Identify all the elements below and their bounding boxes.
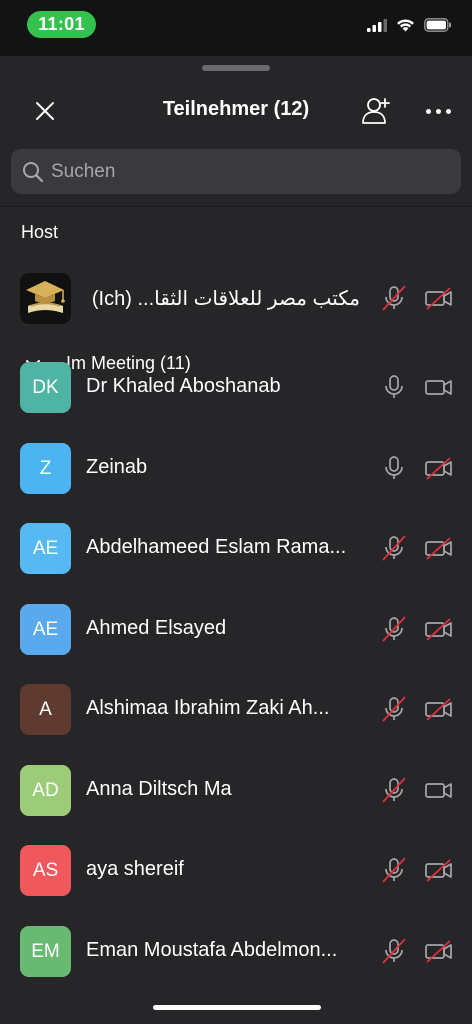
camera-off-icon xyxy=(425,457,452,480)
section-host-label: Host xyxy=(21,222,59,242)
participant-mic xyxy=(380,695,408,723)
participant-avatar: DK xyxy=(20,362,71,413)
participants-sheet: Teilnehmer (12) Host xyxy=(0,56,472,1024)
participant-camera xyxy=(424,857,454,883)
more-dot-icon xyxy=(425,108,431,114)
participant-row[interactable]: AD Anna Diltsch Ma xyxy=(0,749,472,829)
participant-mic xyxy=(380,937,408,965)
avatar-initials: EM xyxy=(31,940,60,962)
camera-off-icon xyxy=(425,698,452,721)
participant-row[interactable]: AE Abdelhameed Eslam Rama... xyxy=(0,507,472,587)
more-options-button[interactable] xyxy=(420,96,456,126)
participant-avatar: AD xyxy=(20,765,71,816)
participant-mic xyxy=(380,454,408,482)
participant-camera xyxy=(424,696,454,722)
participant-name: aya shereif xyxy=(86,858,184,880)
participant-mic xyxy=(380,615,408,643)
participant-mic xyxy=(380,856,408,884)
page-title: Teilnehmer (12) xyxy=(162,98,310,120)
participant-mic xyxy=(380,373,408,401)
mic-muted-icon xyxy=(382,535,406,561)
camera-off-icon xyxy=(425,287,452,310)
participant-avatar: Z xyxy=(20,443,71,494)
participant-name: Abdelhameed Eslam Rama... xyxy=(86,536,347,558)
mic-muted-icon xyxy=(382,616,406,642)
status-time: 11:01 xyxy=(27,11,96,38)
mic-icon xyxy=(385,456,403,479)
participant-row[interactable]: A Alshimaa Ibrahim Zaki Ah... xyxy=(0,668,472,748)
cellular-signal-icon xyxy=(367,18,387,32)
participant-name: Eman Moustafa Abdelmon... xyxy=(86,939,338,961)
participant-avatar: AE xyxy=(20,523,71,574)
participant-avatar: AS xyxy=(20,845,71,896)
camera-icon xyxy=(425,783,452,798)
participant-mic xyxy=(380,534,408,562)
participant-name: Anna Diltsch Ma xyxy=(86,778,232,800)
participant-camera xyxy=(424,374,454,400)
participant-mic xyxy=(380,776,408,804)
status-icons xyxy=(367,18,452,32)
camera-icon xyxy=(425,380,452,395)
home-indicator[interactable] xyxy=(153,1005,321,1010)
add-person-icon xyxy=(362,98,390,124)
participant-row[interactable]: AS aya shereif xyxy=(0,829,472,909)
camera-off-icon xyxy=(425,618,452,641)
invite-button[interactable] xyxy=(360,94,394,128)
avatar-initials: DK xyxy=(32,376,59,398)
host-mic xyxy=(380,284,408,312)
avatar-initials: AE xyxy=(32,618,59,640)
mic-muted-icon xyxy=(382,938,406,964)
graduation-cap-logo-icon xyxy=(20,273,71,324)
host-name: مكتب مصر للعلاقات الثقا... (Ich) xyxy=(91,288,360,310)
avatar-initials: AE xyxy=(32,537,59,559)
participant-row[interactable]: Z Zeinab xyxy=(0,427,472,507)
header: Teilnehmer (12) xyxy=(0,88,472,132)
host-avatar xyxy=(20,273,71,324)
mic-muted-icon xyxy=(382,857,406,883)
search-bar[interactable] xyxy=(11,149,461,194)
search-input[interactable] xyxy=(51,160,431,183)
participant-camera xyxy=(424,535,454,561)
camera-off-icon xyxy=(425,859,452,882)
avatar-initials: AS xyxy=(32,859,59,881)
mic-muted-icon xyxy=(382,696,406,722)
participant-avatar: EM xyxy=(20,926,71,977)
host-camera xyxy=(424,285,454,311)
participant-name: Ahmed Elsayed xyxy=(86,617,227,639)
participant-name: Alshimaa Ibrahim Zaki Ah... xyxy=(86,697,330,719)
mic-icon xyxy=(385,375,403,398)
avatar-initials: Z xyxy=(39,457,52,479)
participant-name: Zeinab xyxy=(86,456,148,478)
camera-off-icon xyxy=(425,537,452,560)
mic-muted-icon xyxy=(382,285,406,311)
more-dot-icon xyxy=(445,108,451,114)
participant-row[interactable]: EM Eman Moustafa Abdelmon... xyxy=(0,910,472,990)
mic-muted-icon xyxy=(382,777,406,803)
participant-row[interactable]: AE Ahmed Elsayed xyxy=(0,588,472,668)
participant-camera xyxy=(424,616,454,642)
participant-avatar: A xyxy=(20,684,71,735)
participant-row[interactable]: DK Dr Khaled Aboshanab xyxy=(0,346,472,426)
participant-camera xyxy=(424,455,454,481)
wifi-icon xyxy=(397,19,414,32)
battery-icon xyxy=(424,18,451,32)
sheet-grabber[interactable] xyxy=(202,65,270,71)
participant-camera xyxy=(424,938,454,964)
participant-avatar: AE xyxy=(20,604,71,655)
search-icon xyxy=(23,161,44,182)
avatar-initials: A xyxy=(39,698,52,720)
more-dot-icon xyxy=(435,108,441,114)
status-bar: 11:01 xyxy=(0,0,472,56)
participant-camera xyxy=(424,777,454,803)
divider xyxy=(0,206,472,207)
participant-name: Dr Khaled Aboshanab xyxy=(86,375,281,397)
avatar-initials: AD xyxy=(32,779,59,801)
host-row[interactable]: مكتب مصر للعلاقات الثقا... (Ich) xyxy=(0,257,472,337)
camera-off-icon xyxy=(425,940,452,963)
